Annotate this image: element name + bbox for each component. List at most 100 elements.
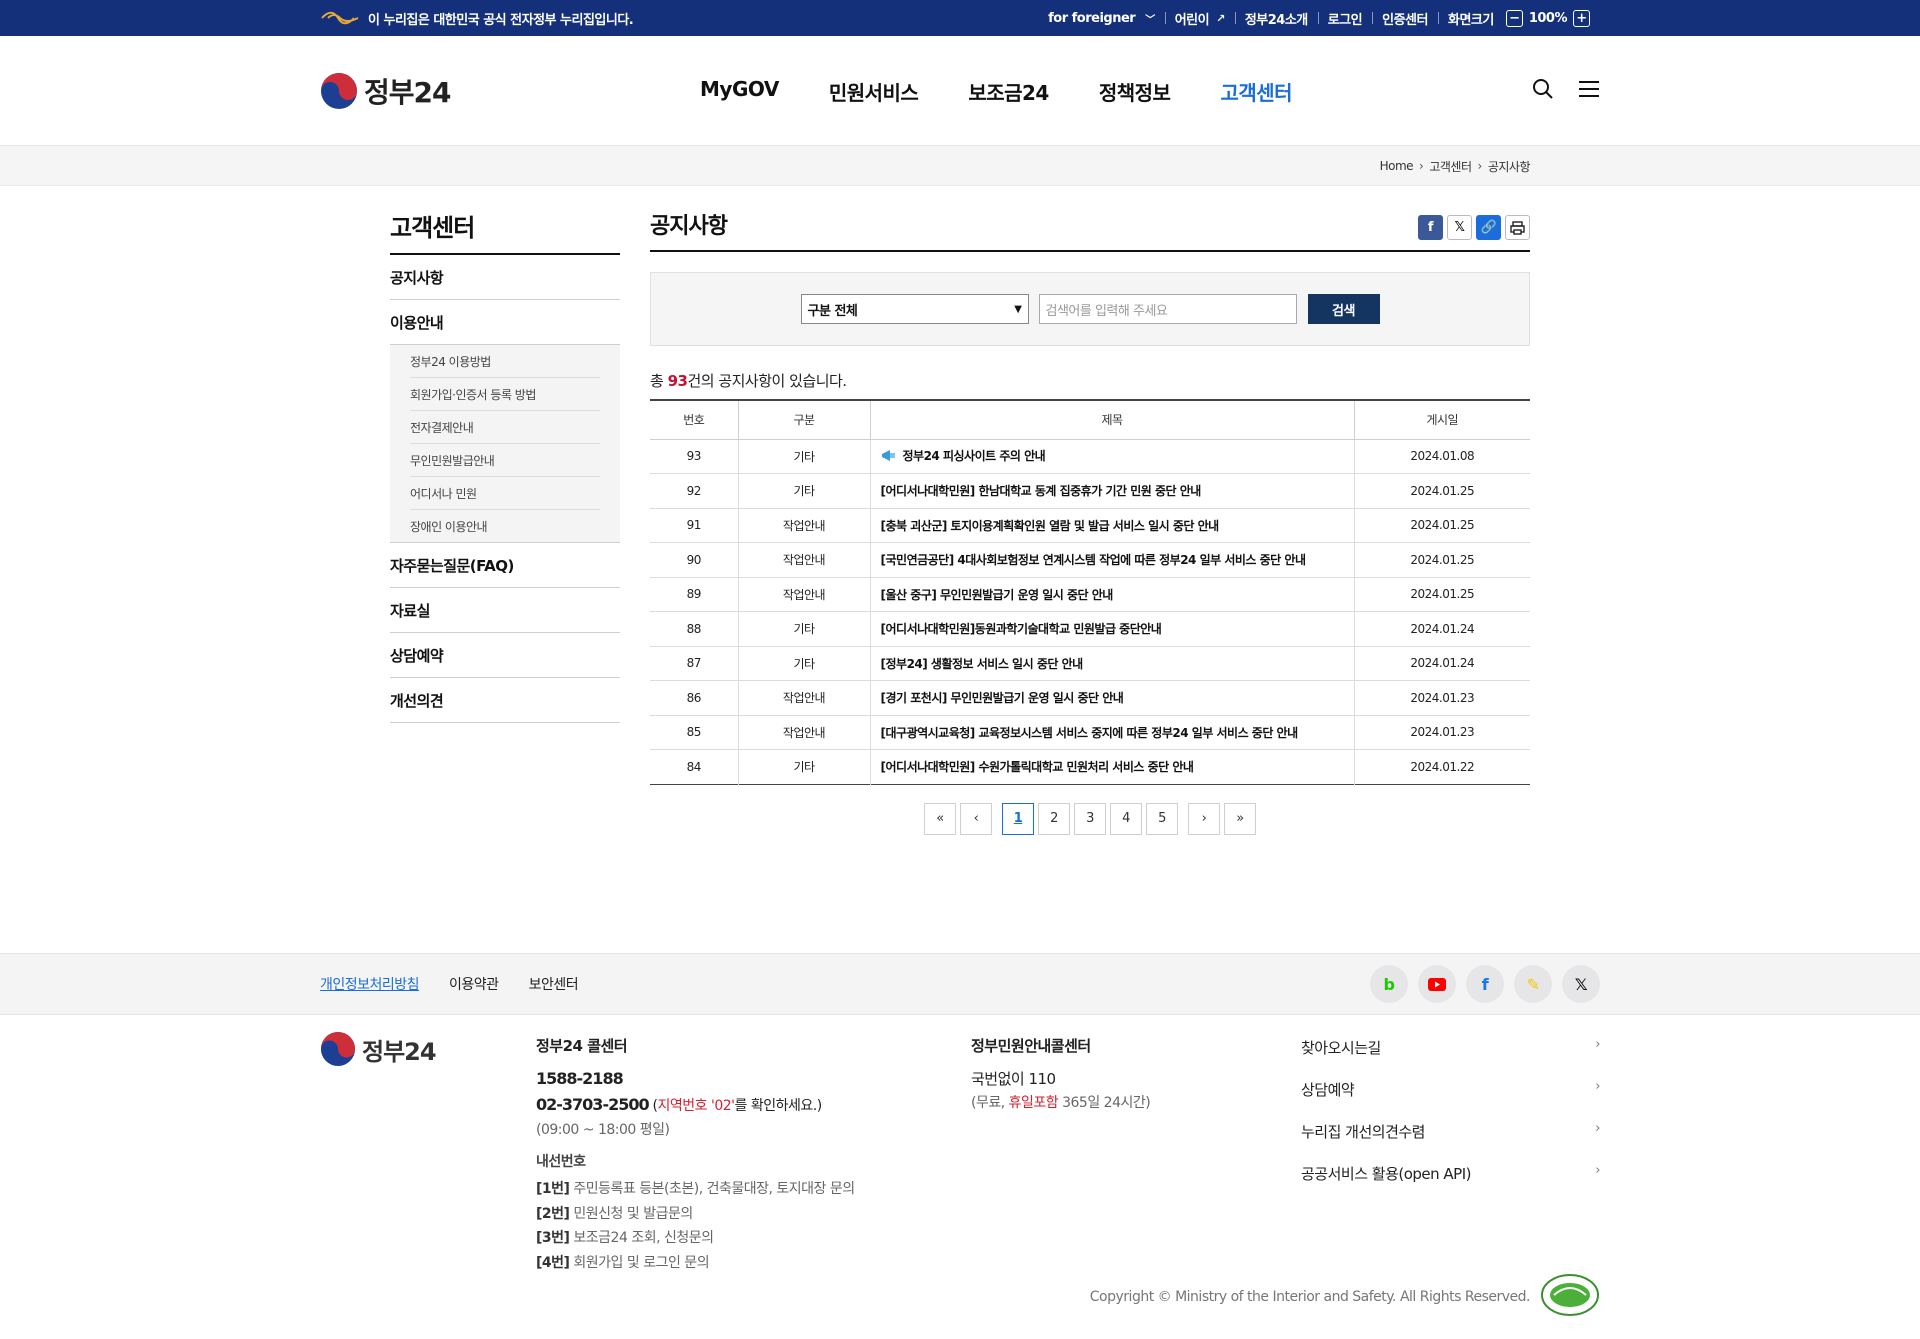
nav-policy-info[interactable]: 정책정보	[1099, 77, 1171, 106]
last-page-button[interactable]: »	[1224, 802, 1256, 835]
directions-link[interactable]: 찾아오시는길 ›	[1301, 1037, 1600, 1079]
first-page-button[interactable]: «	[924, 802, 956, 835]
main-nav: MyGOV 민원서비스 보조금24 정책정보 고객센터	[700, 77, 1293, 106]
table-row[interactable]: 90 작업안내 [국민연금공단] 4대사회보험정보 연계시스템 작업에 따른 정부2…	[650, 542, 1530, 578]
row-title-link[interactable]: [어디서나대학민원]동원과학기술대학교 민원발급 중단안내	[870, 611, 1355, 647]
table-row[interactable]: 86 작업안내 [경기 포천시] 무인민원발급기 운영 일시 중단 안내 2024.0…	[650, 680, 1530, 716]
nav-subsidy24[interactable]: 보조금24	[968, 77, 1049, 106]
feedback-link[interactable]: 누리집 개선의견수렴 ›	[1301, 1121, 1600, 1163]
table-row[interactable]: 88 기타 [어디서나대학민원]동원과학기술대학교 민원발급 중단안내 2024.01…	[650, 611, 1530, 647]
side-subitem-howto[interactable]: 정부24 이용방법	[410, 345, 600, 378]
kakao-story-icon[interactable]: ✎	[1514, 965, 1552, 1003]
table-row[interactable]: 85 작업안내 [대구광역시교육청] 교육정보시스템 서비스 중지에 따른 정부24…	[650, 715, 1530, 750]
breadcrumb-home[interactable]: Home	[1380, 159, 1414, 173]
link-copy-icon[interactable]: 🔗	[1476, 215, 1501, 240]
search-button[interactable]: 검색	[1307, 294, 1380, 324]
side-nav-improve[interactable]: 개선의견	[390, 678, 620, 723]
footer-quick-links: 찾아오시는길 › 상담예약 › 누리집 개선의견수렴 › 공공서비스 활용(open …	[1301, 1037, 1600, 1205]
row-title-link[interactable]: 정부24 피싱사이트 주의 안내	[870, 439, 1355, 474]
about-gov24-link[interactable]: 정부24소개	[1234, 9, 1318, 28]
login-link[interactable]: 로그인	[1317, 9, 1372, 28]
side-subitem-anywhere[interactable]: 어디서나 민원	[410, 477, 600, 510]
prev-page-button[interactable]: ‹	[960, 802, 992, 835]
side-nav-archive[interactable]: 자료실	[390, 588, 620, 633]
gov24-callcenter: 정부24 콜센터 1588-2188 02-3703-2500 (지역번호 '0…	[536, 1035, 855, 1275]
youtube-icon[interactable]	[1418, 965, 1456, 1003]
side-nav-guide[interactable]: 이용안내	[390, 300, 620, 345]
row-number: 91	[650, 508, 739, 543]
terms-link[interactable]: 이용약관	[449, 974, 499, 994]
row-title-link[interactable]: [어디서나대학민원] 한남대학교 동계 집중휴가 기간 민원 중단 안내	[870, 473, 1355, 509]
breadcrumb-notice[interactable]: 공지사항	[1488, 158, 1531, 175]
row-category: 작업안내	[738, 542, 871, 578]
footer-logo: 정부24	[320, 1031, 437, 1067]
col-date: 게시일	[1354, 400, 1530, 440]
table-row[interactable]: 84 기타 [어디서나대학민원] 수원가톨릭대학교 민원처리 서비스 중단 안내 20…	[650, 749, 1530, 784]
table-row[interactable]: 93 기타 정부24 피싱사이트 주의 안내 2024.01.08	[650, 439, 1530, 474]
table-row[interactable]: 89 작업안내 [울산 중구] 무인민원발급기 운영 일시 중단 안내 2024.01…	[650, 577, 1530, 612]
blog-icon[interactable]: b	[1370, 965, 1408, 1003]
side-subitem-payment[interactable]: 전자결제안내	[410, 411, 600, 444]
extension-item: [3번] 보조금24 조회, 신청문의	[536, 1230, 714, 1246]
side-subitem-signup[interactable]: 회원가입·인증서 등록 방법	[410, 378, 600, 411]
extension-item: [4번] 회원가입 및 로그인 문의	[536, 1254, 710, 1271]
cert-center-link[interactable]: 인증센터	[1372, 9, 1438, 28]
page-4[interactable]: 4	[1110, 802, 1142, 835]
chevron-right-icon: ›	[1595, 1079, 1600, 1094]
category-select[interactable]: 구분 전체 ▼	[800, 294, 1029, 324]
privacy-policy-link[interactable]: 개인정보처리방침	[320, 974, 420, 994]
page-1[interactable]: 1	[1002, 802, 1034, 835]
side-subitem-kiosk[interactable]: 무인민원발급안내	[410, 444, 600, 477]
row-title-link[interactable]: [경기 포천시] 무인민원발급기 운영 일시 중단 안내	[870, 680, 1355, 716]
page-2[interactable]: 2	[1038, 802, 1070, 835]
row-title-link[interactable]: [울산 중구] 무인민원발급기 운영 일시 중단 안내	[870, 577, 1355, 612]
chevron-right-icon: ›	[1595, 1121, 1600, 1136]
row-category: 작업안내	[738, 577, 871, 612]
kids-link[interactable]: 어린이 ↗	[1164, 9, 1235, 28]
row-number: 89	[650, 577, 739, 612]
table-row[interactable]: 92 기타 [어디서나대학민원] 한남대학교 동계 집중휴가 기간 민원 중단 안내…	[650, 473, 1530, 509]
open-api-link[interactable]: 공공서비스 활용(open API) ›	[1301, 1163, 1600, 1205]
row-title-link[interactable]: [정부24] 생활정보 서비스 일시 중단 안내	[870, 646, 1355, 681]
nav-civil-service[interactable]: 민원서비스	[829, 77, 919, 106]
side-nav-notice[interactable]: 공지사항	[390, 255, 620, 300]
search-icon[interactable]	[1532, 78, 1554, 104]
facebook-icon[interactable]: f	[1466, 965, 1504, 1003]
page-5[interactable]: 5	[1146, 802, 1178, 835]
row-title-link[interactable]: [어디서나대학민원] 수원가톨릭대학교 민원처리 서비스 중단 안내	[870, 749, 1355, 784]
row-category: 작업안내	[738, 508, 871, 543]
menu-icon[interactable]	[1578, 79, 1600, 103]
side-nav-faq[interactable]: 자주묻는질문(FAQ)	[390, 543, 620, 588]
zoom-out-button[interactable]: −	[1505, 9, 1523, 27]
x-icon[interactable]: 𝕏	[1447, 215, 1472, 240]
x-icon[interactable]: 𝕏	[1562, 965, 1600, 1003]
next-page-button[interactable]: ›	[1188, 802, 1220, 835]
row-number: 85	[650, 715, 739, 750]
side-nav-consult[interactable]: 상담예약	[390, 633, 620, 678]
gov-notice-text: 이 누리집은 대한민국 공식 전자정부 누리집입니다.	[368, 12, 634, 28]
security-center-link[interactable]: 보안센터	[529, 974, 579, 994]
col-title: 제목	[870, 400, 1355, 440]
row-title-link[interactable]: [충북 괴산군] 토지이용계획확인원 열람 및 발급 서비스 일시 중단 안내	[870, 508, 1355, 543]
sns-links: b f ✎ 𝕏	[1370, 965, 1600, 1003]
row-title-link[interactable]: [국민연금공단] 4대사회보험정보 연계시스템 작업에 따른 정부24 일부 서…	[870, 542, 1355, 578]
side-subitem-disabled[interactable]: 장애인 이용안내	[410, 510, 600, 542]
col-number: 번호	[650, 400, 739, 440]
zoom-in-button[interactable]: +	[1573, 9, 1590, 27]
table-row[interactable]: 91 작업안내 [충북 괴산군] 토지이용계획확인원 열람 및 발급 서비스 일시 …	[650, 508, 1530, 543]
breadcrumb-customer-center[interactable]: 고객센터	[1429, 158, 1472, 175]
site-logo[interactable]: 정부24	[320, 71, 451, 111]
table-row[interactable]: 87 기타 [정부24] 생활정보 서비스 일시 중단 안내 2024.01.24	[650, 646, 1530, 681]
row-category: 기타	[738, 646, 871, 681]
print-icon[interactable]	[1505, 215, 1530, 240]
taegeuk-icon	[321, 73, 357, 109]
page-3[interactable]: 3	[1074, 802, 1106, 835]
row-title-link[interactable]: [대구광역시교육청] 교육정보시스템 서비스 중지에 따른 정부24 일부 서비…	[870, 715, 1355, 750]
row-date: 2024.01.25	[1354, 577, 1530, 612]
nav-mygov[interactable]: MyGOV	[700, 77, 779, 106]
nav-customer-center[interactable]: 고객센터	[1220, 77, 1292, 106]
consult-reservation-link[interactable]: 상담예약 ›	[1301, 1079, 1600, 1121]
search-input[interactable]: 검색어를 입력해 주세요	[1038, 294, 1297, 324]
foreigner-link[interactable]: for foreigner ﹀	[1038, 11, 1165, 26]
facebook-icon[interactable]: f	[1418, 215, 1443, 240]
